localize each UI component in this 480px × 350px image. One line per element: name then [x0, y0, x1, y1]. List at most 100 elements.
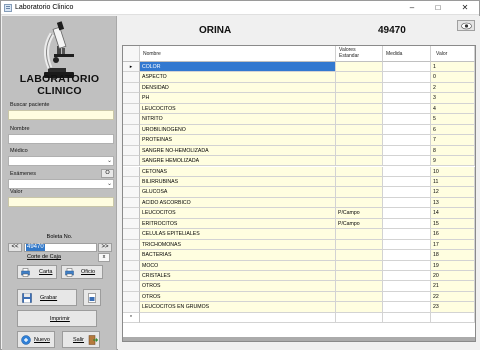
cell-medida[interactable] [383, 260, 431, 271]
table-row[interactable]: SANGRE HEMOLIZADA 9 [123, 156, 475, 167]
cell-valores-estandar[interactable] [336, 114, 383, 125]
cell-medida[interactable] [383, 197, 431, 209]
cell-valores-estandar[interactable] [336, 250, 383, 261]
table-row[interactable]: ACIDO ASCORBICO 13 [123, 197, 475, 209]
row-header[interactable] [123, 239, 140, 251]
table-row[interactable]: CRISTALES 20 [123, 271, 475, 282]
table-row[interactable]: NITRITO 5 [123, 114, 475, 125]
table-row[interactable]: OTROS 21 [123, 281, 475, 292]
cell-valor[interactable]: 1 [431, 62, 475, 73]
grabar-button[interactable]: Grabar [17, 289, 77, 306]
cell-medida[interactable] [383, 187, 431, 198]
column-header-nombre[interactable]: Nombre [140, 46, 336, 62]
cell-valor[interactable]: 6 [431, 124, 475, 136]
cell-valor[interactable]: 2 [431, 82, 475, 94]
cell-medida[interactable] [383, 250, 431, 261]
cell-valor[interactable]: 10 [431, 166, 475, 177]
view-button[interactable] [457, 20, 475, 31]
cell-valor[interactable]: 23 [431, 302, 475, 313]
row-header[interactable] [123, 302, 140, 313]
cell-valor[interactable]: 9 [431, 156, 475, 167]
row-header[interactable] [123, 114, 140, 125]
cell-nombre[interactable]: OTROS [140, 281, 336, 292]
examenes-select[interactable]: ⌄ [8, 179, 114, 189]
table-row[interactable]: DENSIDAD 2 [123, 82, 475, 94]
cell-nombre[interactable]: MOCO [140, 260, 336, 271]
cell-nombre[interactable]: ASPECTO [140, 72, 336, 83]
cell-medida[interactable] [383, 166, 431, 177]
cell-valores-estandar[interactable] [336, 239, 383, 251]
row-header[interactable] [123, 229, 140, 240]
cell-valor[interactable]: 15 [431, 218, 475, 230]
cell-medida[interactable] [383, 124, 431, 136]
cell-valores-estandar[interactable] [336, 176, 383, 188]
cell-medida[interactable] [383, 218, 431, 230]
cell-nombre[interactable]: UROBILINOGENO [140, 124, 336, 136]
cell-nombre[interactable]: ERITROCITOS [140, 218, 336, 230]
row-header[interactable] [123, 124, 140, 136]
cell-nombre[interactable]: LEUCOCITOS [140, 208, 336, 219]
cell-valores-estandar[interactable] [336, 281, 383, 292]
cell-medida[interactable] [383, 302, 431, 313]
cell-valores-estandar[interactable] [336, 291, 383, 303]
table-row[interactable]: LEUCOCITOS P/Campo 14 [123, 208, 475, 219]
buscar-paciente-input[interactable] [8, 110, 114, 120]
cell-valor[interactable]: 17 [431, 239, 475, 251]
cell-nombre[interactable]: LEUCOCITOS [140, 103, 336, 115]
cell-medida[interactable] [383, 229, 431, 240]
column-header-medida[interactable]: Medida [383, 46, 431, 62]
cell-valor[interactable]: 14 [431, 208, 475, 219]
cell-nombre[interactable]: COLOR [140, 62, 336, 73]
nombre-input[interactable] [8, 134, 114, 144]
row-header[interactable] [123, 72, 140, 83]
cell-valores-estandar[interactable] [336, 166, 383, 177]
cell-valores-estandar[interactable] [336, 145, 383, 157]
cell-valores-estandar[interactable] [336, 260, 383, 271]
row-header[interactable] [123, 250, 140, 261]
table-row[interactable]: LEUCOCITOS 4 [123, 103, 475, 115]
cell-valor[interactable]: 22 [431, 291, 475, 303]
table-row[interactable]: ASPECTO 0 [123, 72, 475, 83]
cell-nombre[interactable]: OTROS [140, 291, 336, 303]
new-row-cell[interactable] [336, 312, 383, 324]
cell-medida[interactable] [383, 135, 431, 146]
cell-nombre[interactable]: BACTERIAS [140, 250, 336, 261]
row-header[interactable] [123, 103, 140, 115]
table-row[interactable]: MOCO 19 [123, 260, 475, 271]
cell-nombre[interactable]: SANGRE NO-HEMOLIZADA [140, 145, 336, 157]
cell-medida[interactable] [383, 156, 431, 167]
cell-nombre[interactable]: DENSIDAD [140, 82, 336, 94]
table-row[interactable]: BILIRRUBINAS 11 [123, 176, 475, 188]
row-header[interactable] [123, 176, 140, 188]
cell-valor[interactable]: 13 [431, 197, 475, 209]
cell-valor[interactable]: 11 [431, 176, 475, 188]
cell-valor[interactable]: 20 [431, 271, 475, 282]
column-header-valores-estandar[interactable]: Valores Estandar [336, 46, 383, 62]
cell-valores-estandar[interactable] [336, 302, 383, 313]
imprimir-button[interactable]: Imprimir [17, 310, 97, 327]
prev-boleta-button[interactable]: << [8, 243, 22, 252]
row-header[interactable] [123, 145, 140, 157]
cell-valores-estandar[interactable] [336, 103, 383, 115]
row-header[interactable] [123, 271, 140, 282]
cell-medida[interactable] [383, 271, 431, 282]
row-header[interactable] [123, 291, 140, 303]
cell-valores-estandar[interactable] [336, 82, 383, 94]
cell-nombre[interactable]: CELULAS EPITELIALES [140, 229, 336, 240]
cell-valores-estandar[interactable] [336, 62, 383, 73]
cell-medida[interactable] [383, 103, 431, 115]
cell-nombre[interactable]: BILIRRUBINAS [140, 176, 336, 188]
table-row[interactable]: TRICHOMONAS 17 [123, 239, 475, 251]
cell-valor[interactable]: 4 [431, 103, 475, 115]
cell-valor[interactable]: 8 [431, 145, 475, 157]
cell-valores-estandar[interactable] [336, 271, 383, 282]
cell-medida[interactable] [383, 176, 431, 188]
cell-valores-estandar[interactable] [336, 197, 383, 209]
table-row[interactable]: SANGRE NO-HEMOLIZADA 8 [123, 145, 475, 157]
cell-valores-estandar[interactable]: P/Campo [336, 218, 383, 230]
cell-medida[interactable] [383, 62, 431, 73]
table-row[interactable]: BACTERIAS 18 [123, 250, 475, 261]
row-header[interactable] [123, 208, 140, 219]
cell-medida[interactable] [383, 145, 431, 157]
maximize-button[interactable]: □ [427, 1, 449, 15]
